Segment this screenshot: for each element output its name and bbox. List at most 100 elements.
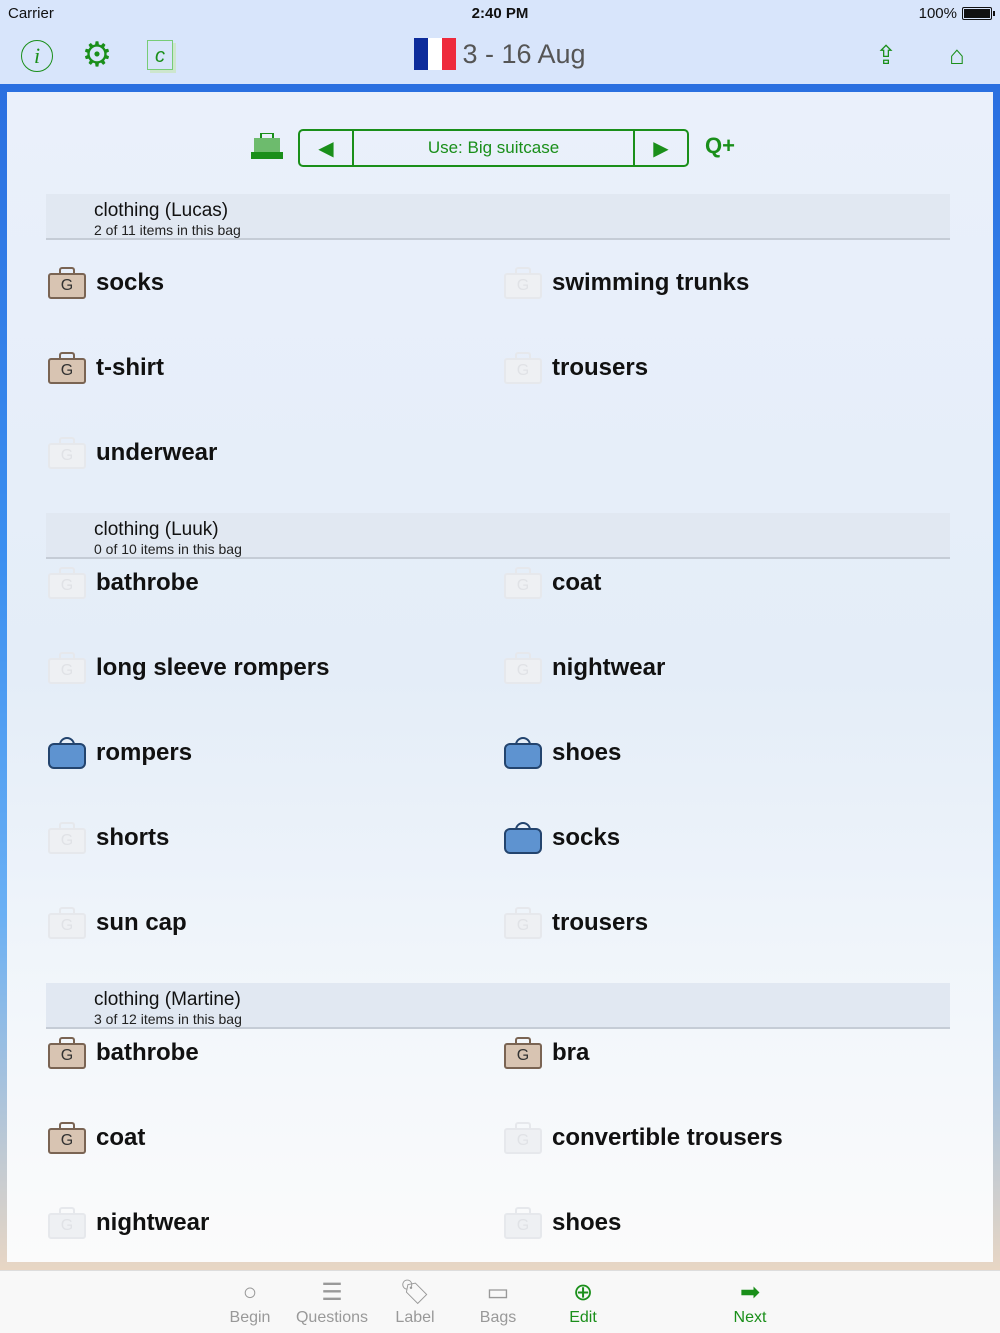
item-label: nightwear <box>552 653 666 681</box>
bag-status-icon[interactable]: G <box>504 351 542 384</box>
list-item[interactable]: Gcoat <box>46 1095 502 1180</box>
next-bag-button[interactable]: ▶ <box>635 131 687 165</box>
nav-bar: i ⚙ c 3 - 16 Aug ⇪ ⌂ <box>0 28 1000 84</box>
item-label: coat <box>96 1123 146 1151</box>
list-item[interactable]: Gbra <box>502 1010 950 1095</box>
bag-status-icon[interactable]: G <box>48 1121 86 1154</box>
home-icon[interactable]: ⌂ <box>940 40 974 70</box>
bag-status-icon[interactable]: G <box>48 436 86 469</box>
list-item[interactable]: Gnightwear <box>46 1180 502 1262</box>
bag-status-icon[interactable]: G <box>504 266 542 299</box>
section-name: clothing (Martine) <box>94 989 241 1010</box>
tab-label[interactable]: 🏷 Label <box>375 1277 455 1327</box>
item-label: sun cap <box>96 908 187 936</box>
bag-status-icon[interactable]: G <box>504 566 542 599</box>
bag-status-icon[interactable]: G <box>48 566 86 599</box>
packing-panel: ◀ Use: Big suitcase ▶ Q+ clothing (Lucas… <box>7 92 993 1262</box>
tab-next[interactable]: ➡ Next <box>710 1277 790 1327</box>
share-icon[interactable]: ⇪ <box>869 40 903 70</box>
item-label: t-shirt <box>96 353 164 381</box>
tab-edit[interactable]: ⊕ Edit <box>543 1277 623 1327</box>
bag-status-icon[interactable]: G <box>48 1036 86 1069</box>
bag-status-icon[interactable]: G <box>504 651 542 684</box>
list-item[interactable]: Gt-shirt <box>46 325 502 410</box>
tab-bags[interactable]: ▭ Bags <box>458 1277 538 1327</box>
bag-status-icon[interactable]: G <box>48 266 86 299</box>
list-item[interactable]: Gunderwear <box>46 410 502 495</box>
item-list: clothing (Lucas) 2 of 11 items in this ba… <box>46 194 950 1262</box>
item-label: swimming trunks <box>552 268 750 296</box>
edit-icon: ⊕ <box>572 1279 594 1306</box>
bag-status-icon[interactable]: G <box>504 1036 542 1069</box>
list-item[interactable]: Gswimming trunks <box>502 240 950 325</box>
list-item[interactable]: Gbathrobe <box>46 540 502 625</box>
list-item[interactable]: Gbathrobe <box>46 1010 502 1095</box>
tab-label: Label <box>395 1309 435 1326</box>
status-bar: Carrier 2:40 PM 100% <box>0 0 1000 28</box>
section: clothing (Martine) 3 of 12 items in this … <box>46 983 950 1262</box>
list-item[interactable]: Glong sleeve rompers <box>46 625 502 710</box>
label-icon: 🏷 <box>399 1279 431 1306</box>
bag-status-icon[interactable]: G <box>48 1206 86 1239</box>
list-item[interactable]: Gtrousers <box>502 325 950 410</box>
item-label: nightwear <box>96 1208 210 1236</box>
list-item[interactable]: Grompers <box>46 710 502 795</box>
bag-status-icon[interactable]: G <box>504 821 542 854</box>
next-icon: ➡ <box>739 1279 761 1306</box>
item-label: coat <box>552 568 602 596</box>
item-label: socks <box>96 268 165 296</box>
item-label: rompers <box>96 738 193 766</box>
item-label: socks <box>552 823 621 851</box>
bag-status-icon[interactable]: G <box>48 821 86 854</box>
list-item[interactable]: Gtrousers <box>502 880 950 965</box>
bags-icon: ▭ <box>486 1279 510 1306</box>
questions-icon: ☰ <box>321 1279 343 1306</box>
list-item[interactable]: Gconvertible trousers <box>502 1095 950 1180</box>
section: clothing (Luuk) 0 of 10 items in this bag… <box>46 513 950 965</box>
list-item[interactable]: Gshoes <box>502 710 950 795</box>
section-header: clothing (Lucas) 2 of 11 items in this ba… <box>46 194 950 240</box>
zoom-in-button[interactable]: Q+ <box>705 133 735 159</box>
section-name: clothing (Luuk) <box>94 519 219 540</box>
list-item[interactable]: Gshorts <box>46 795 502 880</box>
item-label: shoes <box>552 1208 622 1236</box>
battery-percent: 100% <box>918 5 957 22</box>
tab-questions[interactable]: ☰ Questions <box>292 1277 372 1327</box>
list-item[interactable]: Gcoat <box>502 540 950 625</box>
bag-status-icon[interactable]: G <box>48 906 86 939</box>
list-item[interactable]: Gnightwear <box>502 625 950 710</box>
bag-status-icon[interactable]: G <box>48 651 86 684</box>
list-item[interactable]: Gshoes <box>502 1180 950 1262</box>
item-label: shoes <box>552 738 622 766</box>
section-count: 2 of 11 items in this bag <box>94 222 241 238</box>
tab-bar: ○ Begin ☰ Questions 🏷 Label ▭ Bags ⊕ Edit ➡ Next <box>0 1270 1000 1333</box>
item-label: convertible trousers <box>552 1123 783 1151</box>
list-item[interactable]: Gsocks <box>502 795 950 880</box>
bag-status-icon[interactable]: G <box>504 736 542 769</box>
bag-status-icon[interactable]: G <box>48 351 86 384</box>
item-label: long sleeve rompers <box>96 653 330 681</box>
tab-label: Bags <box>479 1309 517 1326</box>
trip-title[interactable]: 3 - 16 Aug <box>0 38 1000 70</box>
item-label: shorts <box>96 823 170 851</box>
bag-status-icon[interactable]: G <box>48 736 86 769</box>
item-label: trousers <box>552 353 649 381</box>
item-label: underwear <box>96 438 218 466</box>
bag-selector: ◀ Use: Big suitcase ▶ Q+ <box>7 129 993 167</box>
current-bag-label[interactable]: Use: Big suitcase <box>352 131 635 165</box>
bag-status-icon[interactable]: G <box>504 1206 542 1239</box>
section: clothing (Lucas) 2 of 11 items in this ba… <box>46 194 950 495</box>
battery-icon <box>962 7 995 20</box>
item-label: bathrobe <box>96 1038 199 1066</box>
previous-bag-button[interactable]: ◀ <box>300 131 352 165</box>
suitcase-icon <box>251 133 283 159</box>
bag-status-icon[interactable]: G <box>504 906 542 939</box>
section-name: clothing (Lucas) <box>94 200 229 221</box>
tab-begin[interactable]: ○ Begin <box>210 1277 290 1327</box>
list-item[interactable]: Gsocks <box>46 240 502 325</box>
tab-label: Begin <box>229 1309 271 1326</box>
tab-label: Edit <box>569 1309 597 1326</box>
bag-status-icon[interactable]: G <box>504 1121 542 1154</box>
list-item[interactable]: Gsun cap <box>46 880 502 965</box>
item-label: bra <box>552 1038 590 1066</box>
